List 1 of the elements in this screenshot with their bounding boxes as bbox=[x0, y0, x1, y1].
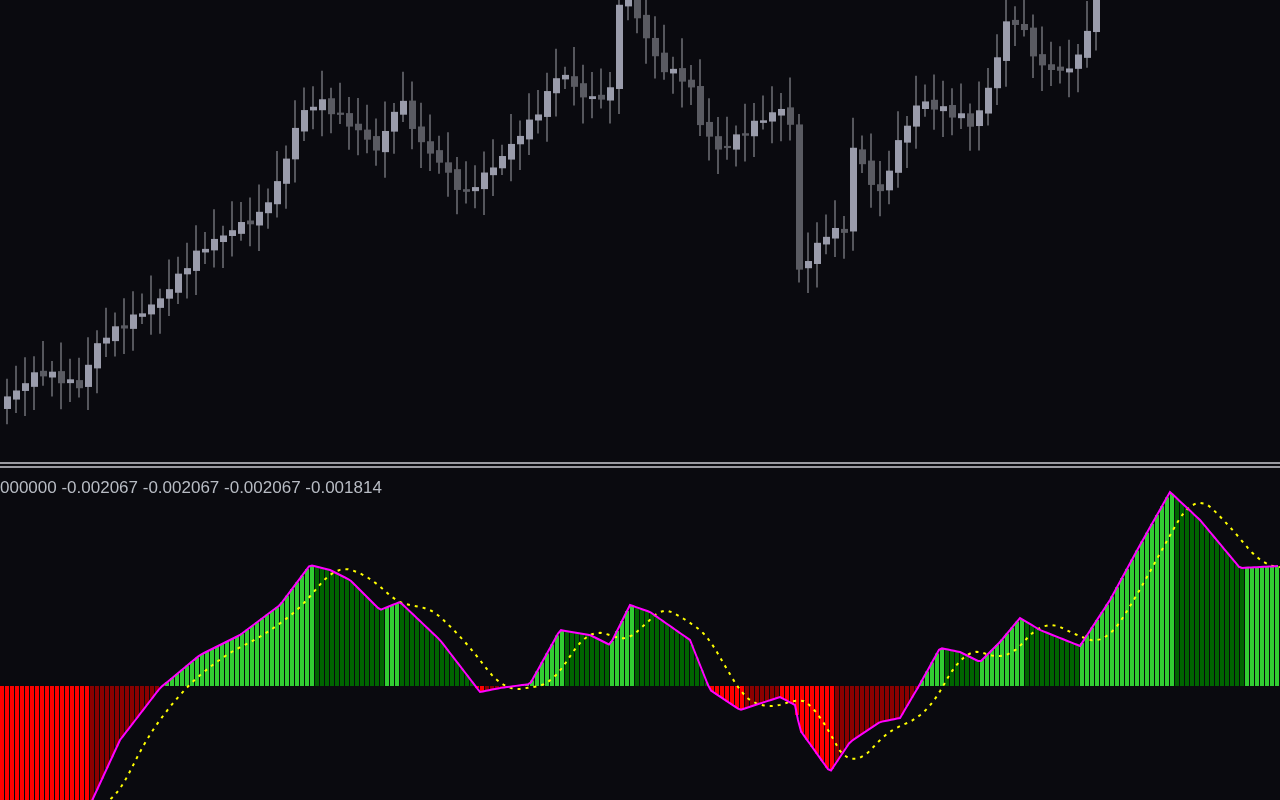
indicator-values: 000000 -0.002067 -0.002067 -0.002067 -0.001814 bbox=[0, 478, 382, 498]
